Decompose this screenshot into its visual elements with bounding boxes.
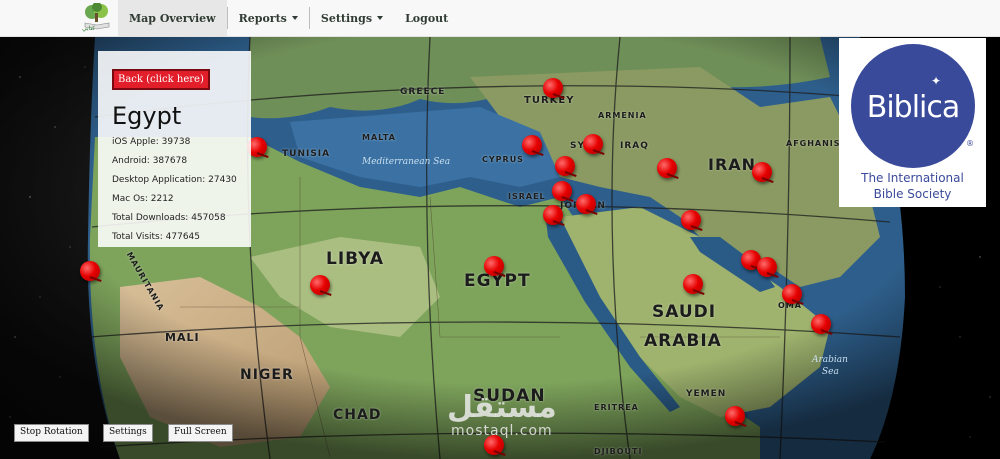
stat-total-visits: Total Visits: 477645: [112, 232, 200, 242]
map-pin[interactable]: [555, 156, 575, 176]
label-saudi: SAUDI: [652, 302, 717, 322]
label-arabian-sea-1: Arabian: [812, 355, 848, 365]
nav-map-overview-label: Map Overview: [129, 11, 216, 25]
label-cyprus: CYPRUS: [482, 155, 524, 164]
label-arabian-sea-2: Sea: [822, 367, 839, 377]
mostaql-watermark: مستقل mostaql.com: [447, 390, 557, 440]
biblica-tagline-2: Bible Society: [873, 187, 952, 201]
label-iran: IRAN: [708, 155, 757, 174]
label-mali: MALI: [165, 331, 200, 344]
map-pin[interactable]: [522, 135, 542, 155]
map-pin[interactable]: [310, 275, 330, 295]
map-pin[interactable]: [782, 284, 802, 304]
map-pin[interactable]: [552, 181, 572, 201]
tree-book-logo-icon: كتابي: [80, 2, 114, 33]
nav-map-overview[interactable]: Map Overview: [118, 0, 227, 36]
label-yemen: YEMEN: [686, 389, 727, 399]
watermark-latin: mostaql.com: [451, 423, 553, 439]
label-arabia: ARABIA: [644, 331, 722, 351]
logo-text: كتابي: [82, 25, 96, 32]
label-armenia: ARMENIA: [598, 111, 647, 120]
country-name: Egypt: [112, 102, 182, 130]
nav-reports-label: Reports: [238, 11, 287, 25]
stat-android: Android: 387678: [112, 156, 188, 166]
map-pin[interactable]: [543, 78, 563, 98]
map-pin[interactable]: [583, 134, 603, 154]
map-pin[interactable]: [725, 406, 745, 426]
caret-down-icon: [291, 16, 298, 20]
sparkle-icon: ✦: [931, 74, 942, 88]
stat-ios-apple: iOS Apple: 39738: [112, 137, 191, 147]
biblica-logo: Biblica ✦ ® The International Bible Soci…: [839, 38, 986, 207]
map-pin[interactable]: [681, 210, 701, 230]
label-niger: NIGER: [240, 367, 294, 383]
map-pin[interactable]: [543, 205, 563, 225]
stat-total-downloads: Total Downloads: 457058: [112, 213, 226, 223]
map-pin[interactable]: [657, 158, 677, 178]
label-malta: MALTA: [362, 133, 396, 142]
biblica-circle: Biblica ✦: [851, 44, 975, 168]
nav-settings-dropdown[interactable]: Settings: [310, 0, 394, 36]
globe-settings-button[interactable]: Settings: [103, 424, 153, 442]
label-greece: GREECE: [400, 87, 446, 97]
map-pin[interactable]: [757, 257, 777, 277]
watermark-arabic: مستقل: [447, 390, 557, 425]
nav-logout[interactable]: Logout: [394, 0, 459, 36]
label-libya: LIBYA: [326, 249, 385, 269]
map-pin[interactable]: [576, 194, 596, 214]
nav-logout-label: Logout: [405, 11, 449, 25]
map-pin[interactable]: [80, 261, 100, 281]
app-logo[interactable]: كتابي: [0, 0, 118, 36]
nav-reports-dropdown[interactable]: Reports: [228, 0, 309, 36]
globe-map-view[interactable]: LIBYA EGYPT SAUDI ARABIA NIGER CHAD SUDA…: [0, 37, 1000, 459]
full-screen-button[interactable]: Full Screen: [168, 424, 233, 442]
stop-rotation-button[interactable]: Stop Rotation: [14, 424, 89, 442]
biblica-tagline-1: The International: [861, 171, 964, 185]
label-mediterranean-sea: Mediterranean Sea: [362, 157, 451, 167]
label-eritrea: ERITREA: [594, 403, 639, 412]
back-button[interactable]: Back (click here): [112, 69, 210, 90]
map-pin[interactable]: [752, 162, 772, 182]
registered-mark: ®: [966, 139, 974, 148]
label-israel: ISRAEL: [508, 192, 546, 201]
label-djibouti: DJIBOUTI: [594, 447, 643, 456]
label-iraq: IRAQ: [620, 141, 649, 151]
map-pin[interactable]: [811, 314, 831, 334]
nav-settings-label: Settings: [320, 11, 373, 25]
label-tunisia: TUNISIA: [282, 149, 331, 159]
caret-down-icon: [377, 16, 384, 20]
biblica-wordmark: Biblica: [866, 90, 961, 125]
map-pin[interactable]: [484, 256, 504, 276]
stat-desktop-application: Desktop Application: 27430: [112, 175, 237, 185]
country-info-panel: Back (click here) Egypt iOS Apple: 39738…: [98, 51, 251, 247]
top-navbar: كتابي Map Overview Reports Settings Logo…: [0, 0, 1000, 37]
stat-mac-os: Mac Os: 2212: [112, 194, 174, 204]
label-chad: CHAD: [333, 407, 382, 423]
map-pin[interactable]: [683, 274, 703, 294]
